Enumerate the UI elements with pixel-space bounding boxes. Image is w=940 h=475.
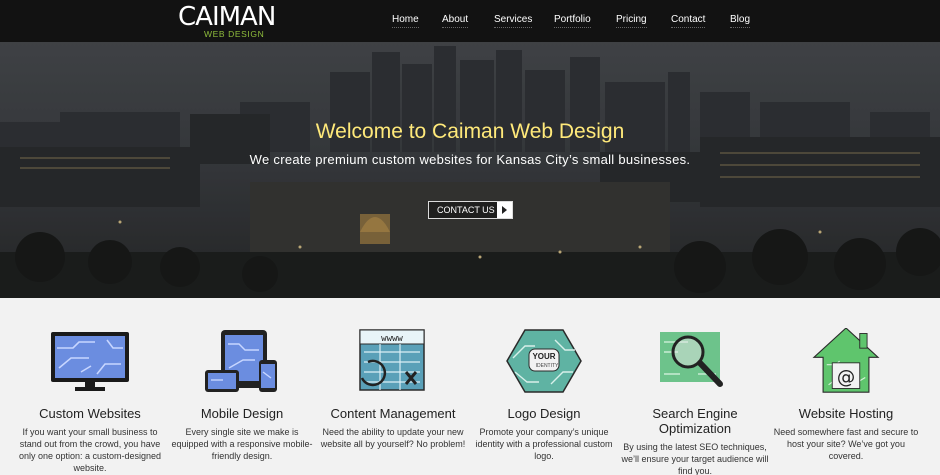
devices-icon xyxy=(205,330,277,392)
city-skyline-image xyxy=(0,42,940,298)
hero-banner: Welcome to Caiman Web Design We create p… xyxy=(0,42,940,298)
contact-us-button[interactable]: CONTACT US xyxy=(428,201,513,219)
service-title: Custom Websites xyxy=(39,406,141,421)
nav-about[interactable]: About xyxy=(442,14,469,28)
service-title: Logo Design xyxy=(507,406,581,421)
monitor-icon xyxy=(51,332,129,391)
service-title: Mobile Design xyxy=(200,406,284,421)
arrow-right-icon xyxy=(497,202,512,218)
service-description: Promote your company’s unique identity w… xyxy=(475,427,613,461)
service-description: Need somewhere fast and secure to host y… xyxy=(773,427,919,461)
house-at-icon: @ xyxy=(812,328,880,393)
service-description: Every single site we make is equipped wi… xyxy=(171,427,313,461)
nav-blog[interactable]: Blog xyxy=(730,14,751,28)
hero-title: Welcome to Caiman Web Design xyxy=(315,120,625,143)
nav-services[interactable]: Services xyxy=(494,14,533,28)
service-title: Website Hosting xyxy=(798,406,894,421)
cms-icon: wwww xyxy=(359,329,425,391)
service-description: If you want your small business to stand… xyxy=(18,427,162,473)
nav-portfolio[interactable]: Portfolio xyxy=(554,14,591,28)
site-logo[interactable]: CAIMAN WEB DESIGN xyxy=(178,2,276,39)
logo-badge-text-1: YOUR xyxy=(532,352,555,361)
top-navigation-bar: CAIMAN WEB DESIGN Home About Services Po… xyxy=(0,0,940,42)
magnifier-icon xyxy=(660,332,723,387)
nav-contact[interactable]: Contact xyxy=(671,14,706,28)
logo-tagline: WEB DESIGN xyxy=(204,29,265,39)
hero-subtitle: We create premium custom websites for Ka… xyxy=(249,152,691,167)
nav-home[interactable]: Home xyxy=(392,14,419,28)
service-description: Need the ability to update your new webs… xyxy=(320,427,466,449)
service-title: Search Engine Optimization xyxy=(652,406,738,436)
service-title: Content Management xyxy=(330,406,456,421)
contact-us-label: CONTACT US xyxy=(437,205,495,215)
cms-www-text: wwww xyxy=(381,334,403,344)
nav-pricing[interactable]: Pricing xyxy=(616,14,647,28)
logo-wordmark: CAIMAN xyxy=(178,2,276,32)
service-description: By using the latest SEO techniques, we’l… xyxy=(621,442,769,475)
logo-badge-text-2: IDENTITY xyxy=(536,363,559,369)
services-section: Custom Websites If you want your small b… xyxy=(0,298,940,475)
svg-text:@: @ xyxy=(837,367,855,388)
logo-badge-icon: YOUR IDENTITY xyxy=(506,329,582,393)
